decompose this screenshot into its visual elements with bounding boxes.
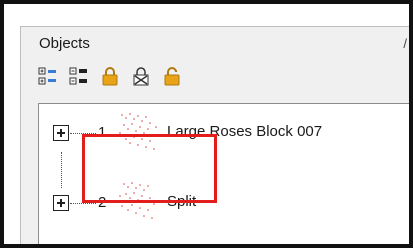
lock-toggle-button[interactable] [130,65,152,87]
objects-toolbar [37,65,183,89]
unlock-icon [164,67,180,86]
lock-crossed-icon [133,67,149,86]
lock-icon [102,67,118,86]
ungroup-nodes-icon [69,67,87,85]
group-nodes-icon [38,67,56,85]
tree-connector-line [61,152,62,188]
expand-icon[interactable] [53,195,69,211]
ungroup-nodes-button[interactable] [68,65,90,87]
expand-icon[interactable] [53,125,69,141]
unlock-button[interactable] [161,65,183,87]
highlight-box [82,134,217,203]
tree-connector [70,203,96,204]
panel-title: Objects [39,35,90,52]
group-nodes-button[interactable] [37,65,59,87]
screenshot-frame: Objects / 1 Large Roses Block 007 2 Spli… [0,0,413,248]
panel-title-edge-mark: / [403,36,407,51]
lock-button[interactable] [99,65,121,87]
